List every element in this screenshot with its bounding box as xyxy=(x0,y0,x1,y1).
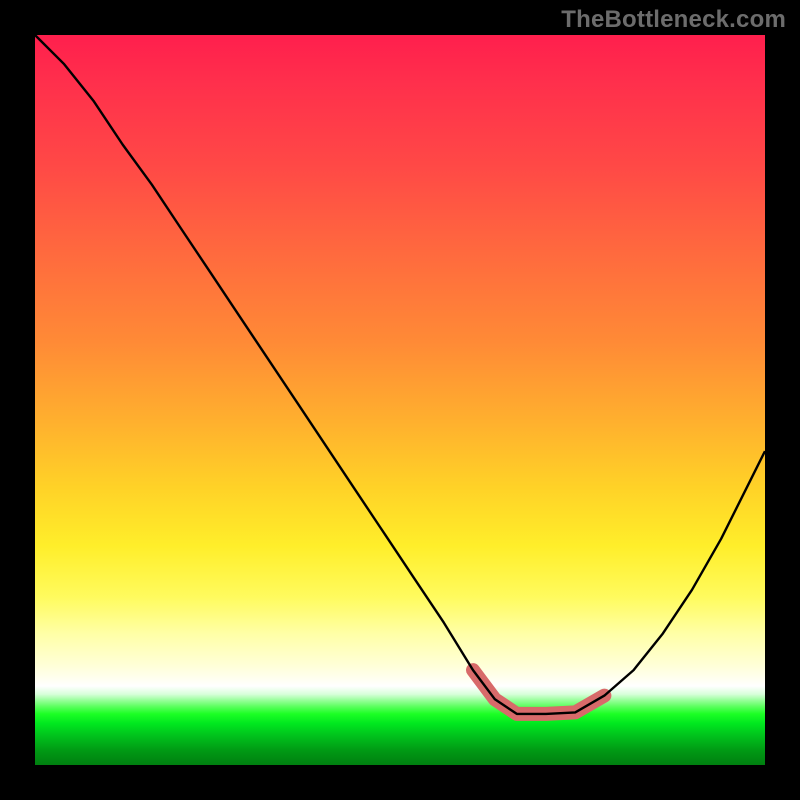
bottleneck-curve xyxy=(35,35,765,714)
chart-frame: TheBottleneck.com xyxy=(0,0,800,800)
curve-layer xyxy=(35,35,765,765)
plot-area xyxy=(35,35,765,765)
watermark-text: TheBottleneck.com xyxy=(561,6,786,34)
